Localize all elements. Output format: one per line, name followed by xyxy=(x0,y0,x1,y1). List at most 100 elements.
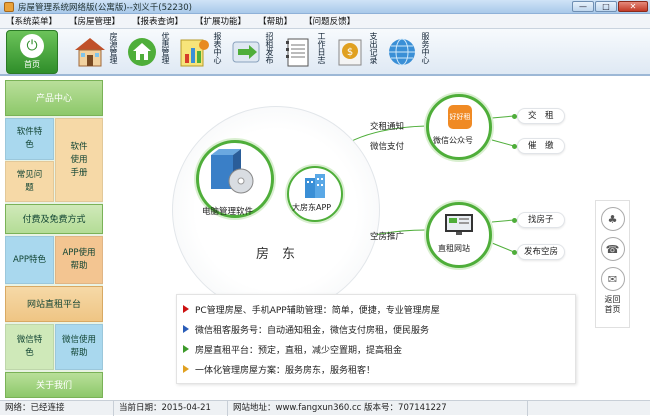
sidebar-software-features-label: 软件特色 xyxy=(16,127,43,150)
pill-remind[interactable]: 催 缴 xyxy=(517,138,565,154)
menu-house[interactable]: 【房屋管理】 xyxy=(69,15,120,27)
maximize-button[interactable]: □ xyxy=(595,1,617,12)
sidebar-software-manual[interactable]: 软件使用手册 xyxy=(55,118,103,202)
tb-discount-label: 优惠管理 xyxy=(161,31,170,64)
sidebar-website-platform[interactable]: 网站直租平台 xyxy=(5,286,103,322)
software-box-icon xyxy=(211,149,254,194)
website-label: 直租网站 xyxy=(438,244,470,253)
info-text-wechat: 微信租客服务号：自动通知租金，微信支付房租，便民服务 xyxy=(195,325,430,336)
publish-arrow-icon xyxy=(228,34,264,70)
info-line-solution: 一体化管理房屋方案：服务房东，服务租客！ xyxy=(183,359,569,379)
sidebar-faq-label: 常见问题 xyxy=(16,169,43,193)
tb-report-label: 报表中心 xyxy=(213,31,222,64)
landlord-label: 房 东 xyxy=(256,247,296,262)
vacancy-promo-label: 空房推广 xyxy=(370,232,405,242)
sidebar: 产品中心 软件特色 软件使用手册 常见问题 付费及免费方式 APP特色 APP使… xyxy=(5,80,103,398)
tb-worklog-button[interactable]: 工作日志 xyxy=(280,30,326,74)
toolbar: ⏻ 首页 房源管理 优惠管理 报表中心 招租发布 工作日志 $ 支出记录 服务中… xyxy=(0,29,650,76)
pc-software-node[interactable]: 电脑管理软件 xyxy=(196,140,274,218)
return-home-link[interactable]: 返回首页 xyxy=(596,295,629,315)
info-text-pc: PC管理房屋、手机APP辅助管理：简单，便捷，专业管理房屋 xyxy=(195,305,440,316)
pill-pay[interactable]: 交 租 xyxy=(517,108,565,124)
menu-feedback[interactable]: 【问题反馈】 xyxy=(304,15,355,27)
menu-help[interactable]: 【帮助】 xyxy=(258,15,292,27)
sidebar-wechat-help-label: 微信使用帮助 xyxy=(61,335,96,358)
red-triangle-icon xyxy=(183,305,189,313)
rent-notice-label: 交租通知 xyxy=(370,122,405,132)
wechat-account-node[interactable]: 好好租 微信公众号 xyxy=(426,94,492,160)
website-node[interactable]: 直租网站 xyxy=(426,202,492,268)
tb-house-button[interactable]: 房源管理 xyxy=(72,30,118,74)
info-line-platform: 房屋直租平台：预定，直租，减少空置期，提高租金 xyxy=(183,339,569,359)
window-title: 房屋管理系统网络版(公寓版)--刘义千(52230) xyxy=(18,2,192,13)
status-bar: 网络：已经连接 当前日期：2015-04-21 网站地址：www.fangxun… xyxy=(0,400,650,416)
building-icon xyxy=(305,174,325,198)
tb-house-label: 房源管理 xyxy=(109,31,118,64)
power-icon: ⏻ xyxy=(20,33,44,58)
menu-reports[interactable]: 【报表查询】 xyxy=(132,15,183,27)
minimize-button[interactable]: — xyxy=(572,1,594,12)
sidebar-software-features[interactable]: 软件特色 xyxy=(5,118,54,160)
info-text-solution: 一体化管理房屋方案：服务房东，服务租客！ xyxy=(195,365,376,376)
monitor-icon xyxy=(445,214,473,235)
globe-icon xyxy=(384,34,420,70)
sidebar-app-features[interactable]: APP特色 xyxy=(5,236,54,284)
green-triangle-icon xyxy=(183,345,189,353)
tb-publish-button[interactable]: 招租发布 xyxy=(228,30,274,74)
title-bar: 房屋管理系统网络版(公寓版)--刘义千(52230) — □ ✕ xyxy=(0,0,650,14)
sidebar-app-help-label: APP使用帮助 xyxy=(62,248,96,271)
feature-summary-box: PC管理房屋、手机APP辅助管理：简单，便捷，专业管理房屋 微信租客服务号：自动… xyxy=(176,294,576,384)
sidebar-wechat-help[interactable]: 微信使用帮助 xyxy=(55,324,103,370)
sidebar-wechat-features[interactable]: 微信特色 xyxy=(5,324,54,370)
tb-report-button[interactable]: 报表中心 xyxy=(176,30,222,74)
app-icon xyxy=(4,1,14,12)
menu-extend[interactable]: 【扩展功能】 xyxy=(195,15,246,27)
status-site: 网站地址：www.fangxun360.cc 版本号：707141227 xyxy=(228,400,528,416)
right-contact-panel: ♣ ☎ ✉ 返回首页 xyxy=(595,200,630,328)
sidebar-wechat-features-label: 微信特色 xyxy=(16,335,43,358)
wechat-account-label: 微信公众号 xyxy=(433,136,473,145)
app-label: 大房东APP xyxy=(292,203,332,212)
tb-discount-button[interactable]: 优惠管理 xyxy=(124,30,170,74)
phone-icon[interactable]: ☎ xyxy=(600,237,625,261)
sidebar-product-center[interactable]: 产品中心 xyxy=(5,80,103,116)
info-line-pc: PC管理房屋、手机APP辅助管理：简单，便捷，专业管理房屋 xyxy=(183,299,569,319)
pc-software-label: 电脑管理软件 xyxy=(202,207,254,217)
home-label: 首页 xyxy=(24,59,40,69)
tb-expense-label: 支出记录 xyxy=(369,31,378,64)
haohaozu-logo-icon: 好好租 xyxy=(448,105,472,129)
yellow-triangle-icon xyxy=(183,365,189,373)
home-button[interactable]: ⏻ 首页 xyxy=(6,29,58,74)
pill-publish-vacancy[interactable]: 发布空房 xyxy=(517,244,566,260)
status-date: 当前日期：2015-04-21 xyxy=(114,400,228,416)
sidebar-app-features-label: APP特色 xyxy=(12,254,47,265)
report-icon xyxy=(176,34,212,70)
sidebar-pay-free[interactable]: 付费及免费方式 xyxy=(5,204,103,234)
svg-text:$: $ xyxy=(347,47,353,58)
menu-system[interactable]: 【系统菜单】 xyxy=(6,15,57,27)
tb-service-button[interactable]: 服务中心 xyxy=(384,30,430,74)
qq-penguin-icon[interactable]: ♣ xyxy=(600,207,625,231)
wechat-icon[interactable]: ✉ xyxy=(600,267,625,291)
tb-worklog-label: 工作日志 xyxy=(317,31,326,64)
sidebar-app-help[interactable]: APP使用帮助 xyxy=(55,236,103,284)
blue-triangle-icon xyxy=(183,325,189,333)
main-area: 电脑管理软件 大房东APP 房 东 交租通知 微信支付 好好租 微信公众号 空房… xyxy=(104,78,650,400)
tb-service-label: 服务中心 xyxy=(421,31,430,64)
recycle-house-icon xyxy=(124,34,160,70)
wechat-pay-label: 微信支付 xyxy=(370,142,405,152)
menu-bar: 【系统菜单】 【房屋管理】 【报表查询】 【扩展功能】 【帮助】 【问题反馈】 xyxy=(0,14,650,29)
house-icon xyxy=(72,34,108,70)
app-node[interactable]: 大房东APP xyxy=(287,166,343,222)
info-text-platform: 房屋直租平台：预定，直租，减少空置期，提高租金 xyxy=(195,345,403,356)
tb-publish-label: 招租发布 xyxy=(265,31,274,64)
sidebar-faq[interactable]: 常见问题 xyxy=(5,161,54,202)
sidebar-software-manual-label: 软件使用手册 xyxy=(70,141,88,178)
expense-icon: $ xyxy=(332,34,368,70)
pill-find-house[interactable]: 找房子 xyxy=(517,212,565,228)
sidebar-about-us[interactable]: 关于我们 xyxy=(5,372,103,398)
tb-expense-button[interactable]: $ 支出记录 xyxy=(332,30,378,74)
info-line-wechat: 微信租客服务号：自动通知租金，微信支付房租，便民服务 xyxy=(183,319,569,339)
status-network: 网络：已经连接 xyxy=(0,400,114,416)
close-button[interactable]: ✕ xyxy=(618,1,648,12)
